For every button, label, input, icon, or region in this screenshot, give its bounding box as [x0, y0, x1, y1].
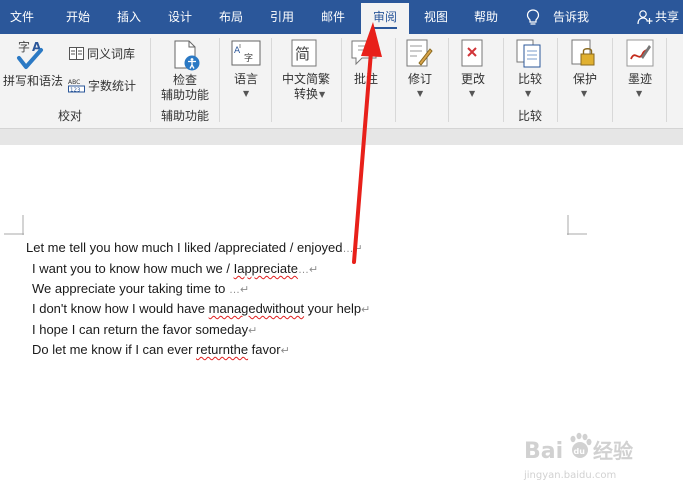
watermark-cn: 经验 — [593, 439, 633, 463]
line-5-paragraph-mark: ↵ — [248, 325, 258, 337]
svg-text:123: 123 — [70, 88, 81, 94]
tab-file[interactable]: 文件 — [0, 0, 44, 34]
lightbulb-icon[interactable] — [526, 9, 540, 26]
line-6-misspelled-word: returnthe — [196, 342, 249, 357]
language-button[interactable]: 语言 — [225, 72, 267, 87]
watermark-paw-text: du — [574, 447, 586, 456]
tracking-button[interactable]: 修订 — [397, 72, 443, 87]
line-5-text: I hope I can return the favor someday — [32, 322, 249, 337]
word-count-icon[interactable]: ABC 123 — [68, 78, 86, 93]
ink-button[interactable]: 墨迹 — [618, 72, 662, 87]
svg-text:字: 字 — [18, 39, 30, 54]
tell-me-search[interactable]: 告诉我 — [553, 0, 589, 34]
document-line-5[interactable]: I hope I can return the favor someday↵ — [32, 322, 257, 337]
tab-references[interactable]: 引用 — [262, 0, 302, 34]
tab-layout[interactable]: 布局 — [211, 0, 251, 34]
ribbon-document-gap — [0, 129, 683, 145]
line-3-paragraph-mark: …↵ — [229, 284, 250, 296]
share-button[interactable]: 共享 — [655, 0, 679, 34]
check-line2: 辅助功能 — [160, 88, 209, 102]
line-1-text: Let me tell you how much I liked /apprec… — [26, 240, 343, 255]
protect-dropdown-icon[interactable]: ▼ — [581, 89, 587, 98]
compare-button[interactable]: 比较 — [508, 72, 552, 87]
tab-view[interactable]: 视图 — [416, 0, 456, 34]
chinese-line1: 中文简繁 — [281, 72, 330, 86]
word-count-button[interactable]: 字数统计 — [88, 79, 136, 94]
line-2-text: I want you to know how much we / — [32, 261, 234, 276]
ink-pen-icon[interactable] — [626, 39, 654, 69]
tab-review-label: 审阅 — [372, 7, 397, 29]
group-compare-label: 比较 — [517, 109, 542, 123]
check-accessibility-icon[interactable] — [172, 40, 202, 72]
line-6-text: Do let me know if I can ever — [32, 342, 197, 357]
line-6-rest: favor — [248, 342, 281, 357]
svg-text:简: 简 — [295, 45, 310, 63]
protect-lock-icon[interactable] — [570, 39, 598, 69]
changes-icon[interactable] — [460, 39, 486, 69]
line-4-rest: your help — [304, 301, 362, 316]
tab-mailings[interactable]: 邮件 — [313, 0, 353, 34]
spelling-grammar-button[interactable]: 拼写和语法 — [1, 74, 65, 89]
chinese-conversion-icon[interactable]: 简 — [291, 39, 317, 67]
comments-button[interactable]: 批注 — [345, 72, 387, 87]
tab-help[interactable]: 帮助 — [466, 0, 506, 34]
tab-design[interactable]: 设计 — [160, 0, 200, 34]
watermark-main: Bai — [524, 439, 563, 464]
protect-button[interactable]: 保护 — [563, 72, 607, 87]
tab-insert[interactable]: 插入 — [109, 0, 149, 34]
line-4-paragraph-mark: ↵ — [361, 304, 371, 316]
line-3-text: We appreciate your taking time to — [32, 281, 230, 296]
tracking-dropdown-icon[interactable]: ▼ — [417, 89, 423, 98]
check-accessibility-button[interactable]: 检查 辅助功能 — [154, 73, 216, 103]
track-changes-icon[interactable] — [405, 39, 433, 69]
check-line1: 检查 — [172, 73, 197, 87]
spelling-grammar-icon[interactable]: 字 A — [15, 38, 47, 72]
changes-button[interactable]: 更改 — [451, 72, 495, 87]
share-person-icon[interactable] — [637, 9, 653, 25]
language-icon[interactable]: A 字 — [231, 40, 261, 68]
ribbon-tab-bar: 文件 开始 插入 设计 布局 引用 邮件 审阅 视图 帮助 告诉我 共享 — [0, 0, 683, 34]
changes-dropdown-icon[interactable]: ▼ — [469, 89, 475, 98]
chinese-dropdown-icon[interactable]: ▼ — [319, 90, 325, 99]
thesaurus-button[interactable]: 同义词库 — [87, 47, 135, 62]
tab-home[interactable]: 开始 — [58, 0, 98, 34]
ink-dropdown-icon[interactable]: ▼ — [636, 89, 642, 98]
group-accessibility-label: 辅助功能 — [160, 109, 209, 123]
document-line-2[interactable]: I want you to know how much we / Iapprec… — [32, 261, 318, 276]
svg-text:字: 字 — [244, 52, 253, 64]
language-dropdown-icon[interactable]: ▼ — [243, 89, 249, 98]
line-4-misspelled-word: managedwithout — [208, 301, 305, 316]
margin-corner-mark-right — [567, 215, 587, 235]
watermark-url: jingyan.baidu.com — [523, 470, 616, 481]
line-4-text: I don't know how I would have — [32, 301, 209, 316]
document-line-4[interactable]: I don't know how I would have managedwit… — [32, 301, 370, 316]
baidu-jingyan-watermark: Bai du 经验 jingyan.baidu.com — [523, 432, 633, 481]
ribbon-review-panel: 字 A 拼写和语法 同义词库 ABC 123 字数统计 校对 检查 辅助功能 辅助… — [0, 34, 683, 129]
group-proofing-label: 校对 — [57, 109, 82, 123]
thesaurus-icon[interactable] — [69, 47, 84, 60]
compare-icon[interactable] — [515, 39, 543, 69]
baidu-paw-icon: du — [570, 432, 592, 458]
line-1-paragraph-mark: …↵ — [342, 243, 363, 255]
margin-corner-mark-left — [4, 215, 24, 235]
tab-review[interactable]: 审阅 — [361, 3, 409, 34]
svg-text:ABC: ABC — [68, 79, 80, 86]
chinese-conversion-button[interactable]: 中文简繁 转换 — [276, 72, 336, 102]
line-2-paragraph-mark: …↵ — [297, 264, 319, 276]
chinese-line2: 转换 — [293, 87, 318, 101]
document-line-3[interactable]: We appreciate your taking time to …↵ — [32, 281, 249, 296]
document-line-6[interactable]: Do let me know if I can ever returnthe f… — [32, 342, 290, 357]
line-6-paragraph-mark: ↵ — [280, 345, 290, 357]
compare-dropdown-icon[interactable]: ▼ — [525, 89, 531, 98]
document-line-1[interactable]: Let me tell you how much I liked /apprec… — [26, 240, 363, 255]
line-2-misspelled-word: Iappreciate — [233, 261, 298, 276]
comment-icon[interactable] — [350, 39, 380, 67]
